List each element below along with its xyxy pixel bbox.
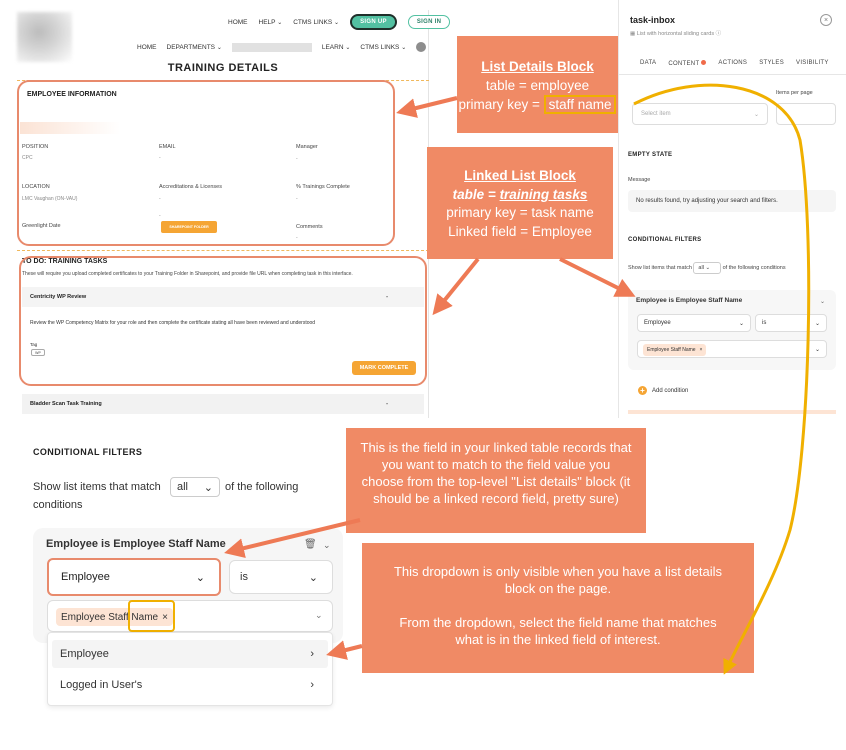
- arrow-linked-to-panel: [559, 257, 636, 297]
- arrow-linked-list: [432, 257, 480, 316]
- arrow-dropdown-note: [326, 640, 363, 660]
- arrow-list-details: [396, 96, 458, 118]
- arrow-field-note: [224, 518, 361, 558]
- arrow-staff-name-link: [633, 83, 811, 675]
- annotation-arrows: [224, 83, 811, 675]
